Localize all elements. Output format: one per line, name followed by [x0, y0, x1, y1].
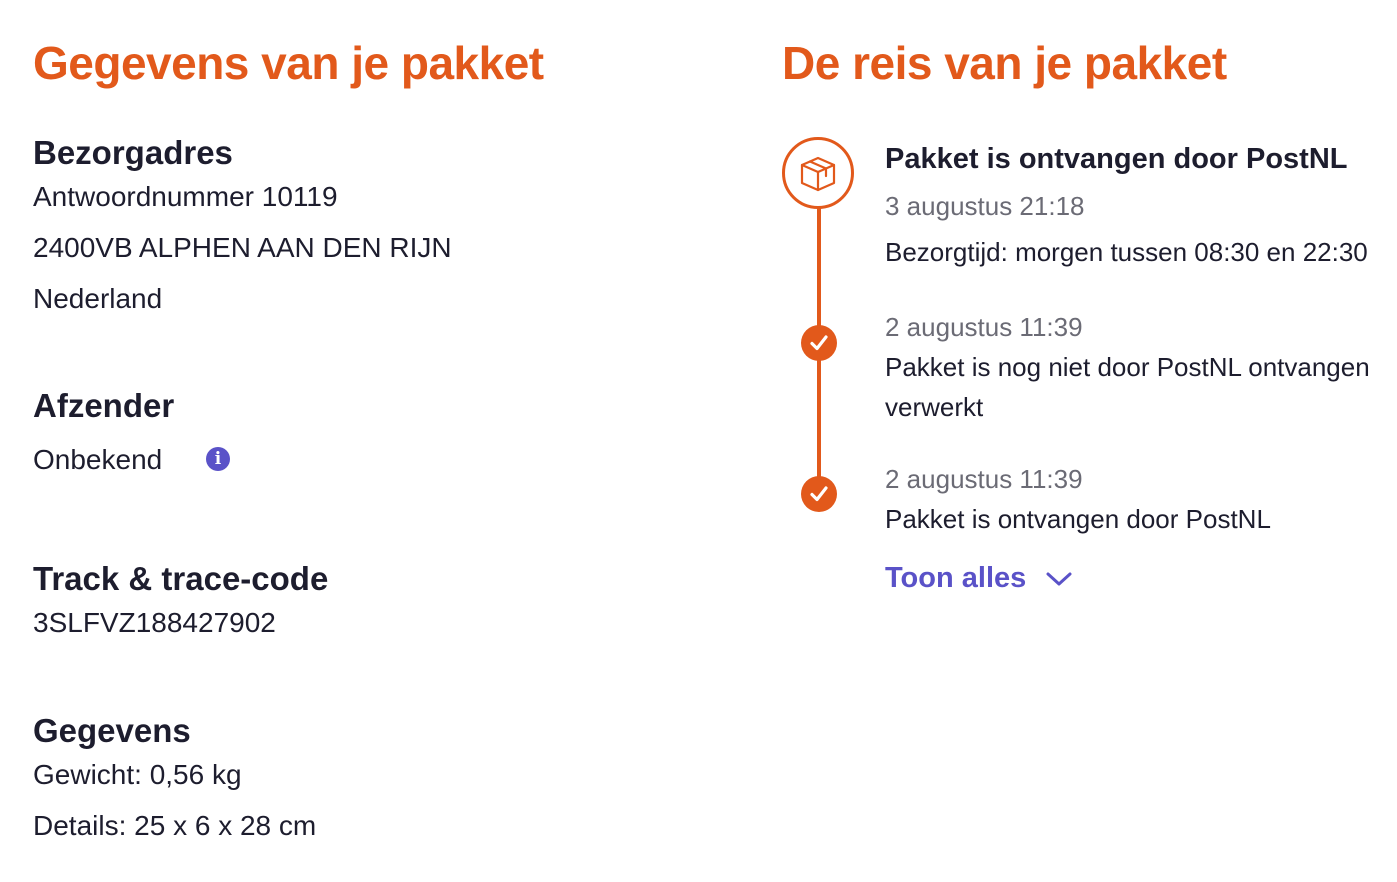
package-icon: [782, 137, 854, 209]
show-all-button[interactable]: Toon alles: [885, 562, 1074, 595]
address-title: Bezorgadres: [33, 134, 233, 171]
tracking-code: 3SLFVZ188427902: [33, 607, 276, 638]
details-heading: Gegevens van je pakket: [33, 37, 544, 89]
event-3-time: 2 augustus 11:39: [885, 464, 1083, 494]
address-line-3: Nederland: [33, 283, 163, 314]
sender-title: Afzender: [33, 387, 175, 424]
journey-heading: De reis van je pakket: [782, 37, 1227, 89]
info-title: Gegevens: [33, 712, 191, 749]
event-2-time: 2 augustus 11:39: [885, 312, 1083, 342]
show-all-label: Toon alles: [885, 562, 1027, 594]
address-line-1: Antwoordnummer 10119: [33, 181, 338, 212]
info-icon[interactable]: i: [206, 447, 230, 471]
chevron-down-icon: [1044, 569, 1074, 589]
event-3-text: Pakket is ontvangen door PostNL: [885, 504, 1271, 534]
sender-value: Onbekend: [33, 444, 163, 475]
address-line-2: 2400VB ALPHEN AAN DEN RIJN: [33, 232, 452, 263]
info-size: Details: 25 x 6 x 28 cm: [33, 810, 317, 841]
event-1-text: Bezorgtijd: morgen tussen 08:30 en 22:30: [885, 237, 1368, 267]
check-icon: [801, 325, 837, 361]
info-weight: Gewicht: 0,56 kg: [33, 759, 242, 790]
event-1-time: 3 augustus 21:18: [885, 191, 1085, 221]
event-2-text-line-1: Pakket is nog niet door PostNL ontvangen: [885, 352, 1370, 382]
tracking-title: Track & trace-code: [33, 560, 329, 597]
check-icon: [801, 476, 837, 512]
event-1-title: Pakket is ontvangen door PostNL: [885, 143, 1348, 175]
event-2-text-line-2: verwerkt: [885, 392, 984, 422]
